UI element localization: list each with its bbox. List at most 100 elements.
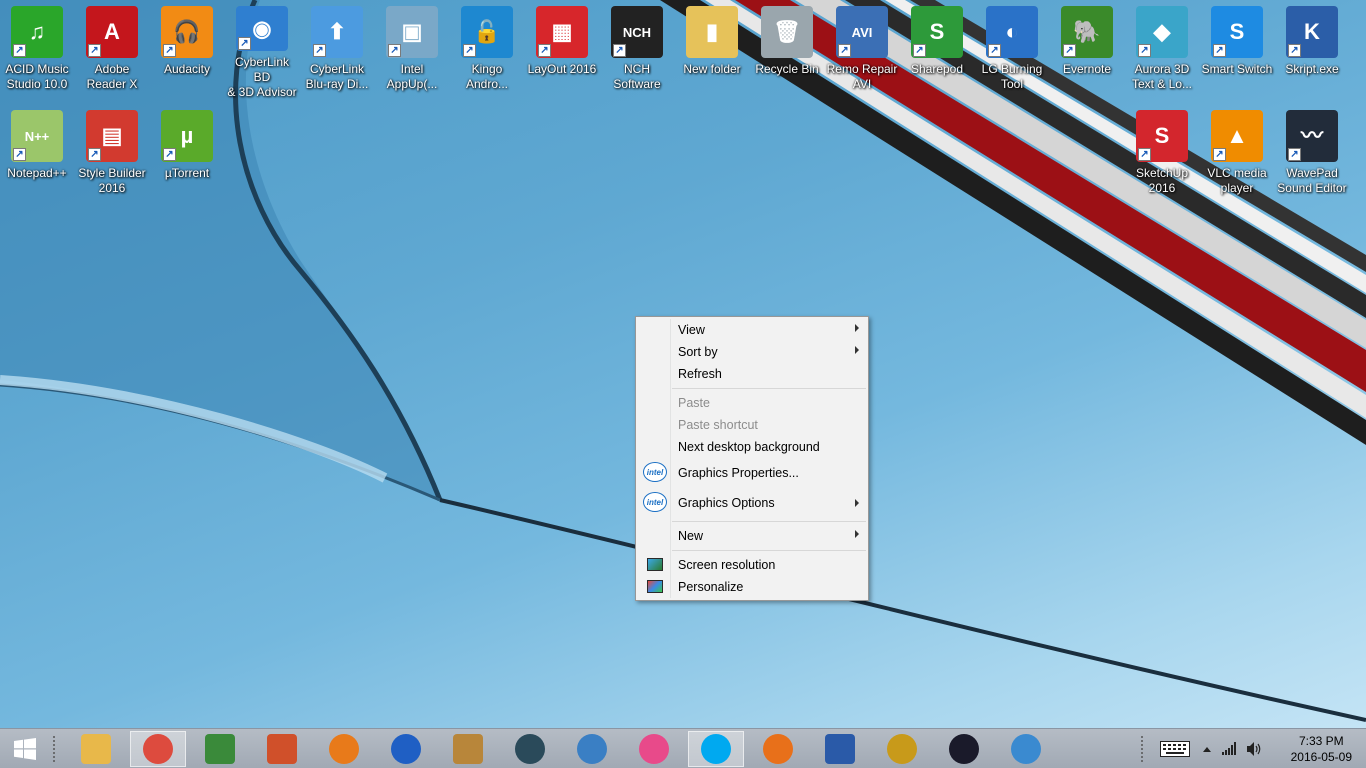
taskbar-app-button[interactable] (688, 731, 744, 767)
desktop-icon[interactable]: ▤ ↗ Style Builder 2016 (75, 104, 149, 204)
desktop-icon[interactable]: S ↗ Sharepod (900, 0, 974, 100)
desktop-icon-label: Kingo Andro... (465, 62, 509, 91)
taskbar-clock[interactable]: 7:33 PM 2016-05-09 (1291, 733, 1352, 765)
aurora-3d-icon: ◆ ↗ (1136, 6, 1188, 58)
menu-item-label: Personalize (678, 580, 744, 594)
clock-time: 7:33 PM (1298, 734, 1344, 748)
desktop-icon[interactable]: ⬆ ↗ CyberLink Blu-ray Di... (300, 0, 374, 100)
icon-glyph: S (1154, 123, 1170, 148)
safari-compass-icon (1011, 734, 1041, 764)
icon-glyph: 🐘 (1073, 19, 1101, 44)
icon-glyph: ♫ (28, 19, 46, 44)
taskbar-app-button[interactable] (440, 731, 496, 767)
desktop-icon[interactable]: 🎧 ↗ Audacity (150, 0, 224, 100)
taskbar-app-button[interactable] (564, 731, 620, 767)
desktop-icon-label: Evernote (1062, 62, 1112, 76)
submenu-arrow-icon (855, 324, 859, 332)
signal-bars-icon[interactable] (1222, 741, 1238, 755)
bank-building-icon (453, 734, 483, 764)
taskbar-app-button[interactable] (130, 731, 186, 767)
remo-repair-icon: AVI ↗ (836, 6, 888, 58)
submenu-arrow-icon (855, 499, 859, 507)
desktop[interactable]: ♫ ↗ ACID Music Studio 10.0 A ↗ Adobe Reader X… (0, 0, 1366, 728)
utorrent-icon: µ ↗ (161, 110, 213, 162)
desktop-icon-label: SketchUp 2016 (1135, 166, 1189, 195)
desktop-icon[interactable]: S ↗ SketchUp 2016 (1125, 104, 1199, 204)
desktop-icon[interactable]: 🐘 ↗ Evernote (1050, 0, 1124, 100)
desktop-icon[interactable]: ◉ ↗ CyberLink BD & 3D Advisor (225, 0, 299, 100)
desktop-icon[interactable]: ◆ ↗ Aurora 3D Text & Lo... (1125, 0, 1199, 100)
menu-item-view[interactable]: View (638, 319, 868, 341)
desktop-icon[interactable]: ▮ New folder (675, 0, 749, 100)
taskbar-app-button[interactable] (254, 731, 310, 767)
desktop-icon[interactable]: ♫ ↗ ACID Music Studio 10.0 (0, 0, 74, 100)
chevron-up-icon[interactable] (1202, 745, 1212, 753)
intel-icon: intel (643, 492, 667, 512)
taskbar-app-button[interactable] (936, 731, 992, 767)
taskbar-app-button[interactable] (192, 731, 248, 767)
desktop-icon[interactable]: µ ↗ µTorrent (150, 104, 224, 204)
shortcut-arrow-icon: ↗ (988, 44, 1001, 57)
menu-item-personalize[interactable]: Personalize (638, 576, 868, 598)
desktop-icon[interactable]: ◐ ↗ LG Burning Tool (975, 0, 1049, 100)
desktop-icon[interactable]: 〰 ↗ WavePad Sound Editor (1275, 104, 1349, 204)
desktop-icon[interactable]: K ↗ Skript.exe (1275, 0, 1349, 100)
icon-glyph: ◆ (1153, 19, 1171, 44)
icon-glyph: S (1229, 19, 1245, 44)
icon-glyph: ▦ (551, 19, 573, 44)
speaker-icon[interactable] (1246, 741, 1262, 757)
shortcut-arrow-icon: ↗ (88, 44, 101, 57)
menu-item-new[interactable]: New (638, 525, 868, 547)
personalize-icon (643, 577, 667, 597)
desktop-icon[interactable]: NCH ↗ NCH Software (600, 0, 674, 100)
menu-item-graphics-options[interactable]: intel Graphics Options (638, 491, 868, 517)
desktop-icon[interactable]: S ↗ Smart Switch (1200, 0, 1274, 100)
menu-item-label: Next desktop background (678, 440, 820, 454)
taskbar-app-button[interactable] (750, 731, 806, 767)
taskbar-app-button[interactable] (378, 731, 434, 767)
menu-item-screen-resolution[interactable]: Screen resolution (638, 554, 868, 576)
taskbar-app-button[interactable] (998, 731, 1054, 767)
desktop-icon[interactable]: AVI ↗ Remo Repair AVI (825, 0, 899, 100)
shortcut-arrow-icon: ↗ (838, 44, 851, 57)
menu-item-refresh[interactable]: Refresh (638, 363, 868, 385)
taskbar-grip[interactable] (52, 735, 56, 763)
menu-item-graphics-properties[interactable]: intel Graphics Properties... (638, 461, 868, 487)
shortcut-arrow-icon: ↗ (13, 44, 26, 57)
desktop-icon[interactable]: ▣ ↗ Intel AppUp(... (375, 0, 449, 100)
desktop-icon-label: LG Burning Tool (981, 62, 1043, 91)
shortcut-arrow-icon: ↗ (1138, 148, 1151, 161)
taskbar: 7:33 PM 2016-05-09 (0, 728, 1366, 768)
taskbar-app-button[interactable] (316, 731, 372, 767)
desktop-icon[interactable]: 🗑 Recycle Bin (750, 0, 824, 100)
desktop-icon[interactable]: ▲ ↗ VLC media player (1200, 104, 1274, 204)
taskbar-app-button[interactable] (68, 731, 124, 767)
desktop-icon[interactable]: 🔓 ↗ Kingo Andro... (450, 0, 524, 100)
taskbar-app-button[interactable] (812, 731, 868, 767)
icon-glyph: 🗑 (773, 19, 801, 44)
menu-item-label: Refresh (678, 367, 722, 381)
taskbar-app-button[interactable] (874, 731, 930, 767)
desktop-icon[interactable]: A ↗ Adobe Reader X (75, 0, 149, 100)
menu-item-sort-by[interactable]: Sort by (638, 341, 868, 363)
tray-grip[interactable] (1140, 735, 1144, 763)
desktop-icon-label: Remo Repair AVI (826, 62, 898, 91)
start-button[interactable] (0, 731, 50, 767)
menu-item-next-desktop-background[interactable]: Next desktop background (638, 436, 868, 458)
menu-item-label: Screen resolution (678, 558, 776, 572)
menu-item-paste[interactable]: Paste (638, 392, 868, 414)
notepad-plus-icon: N++ ↗ (11, 110, 63, 162)
desktop-icon[interactable]: N++ ↗ Notepad++ (0, 104, 74, 204)
desktop-icon[interactable]: ▦ ↗ LayOut 2016 (525, 0, 599, 100)
desktop-icon-label: Smart Switch (1201, 62, 1273, 76)
recycle-bin-icon: 🗑 (761, 6, 813, 58)
kingo-lock-icon: 🔓 ↗ (461, 6, 513, 58)
keyboard-icon[interactable] (1160, 741, 1190, 757)
menu-item-paste-shortcut[interactable]: Paste shortcut (638, 414, 868, 436)
wondershare-icon (205, 734, 235, 764)
icon-glyph: K (1304, 19, 1320, 44)
taskbar-app-button[interactable] (502, 731, 558, 767)
skype-icon (701, 734, 731, 764)
menu-item-label: View (678, 323, 705, 337)
taskbar-app-button[interactable] (626, 731, 682, 767)
